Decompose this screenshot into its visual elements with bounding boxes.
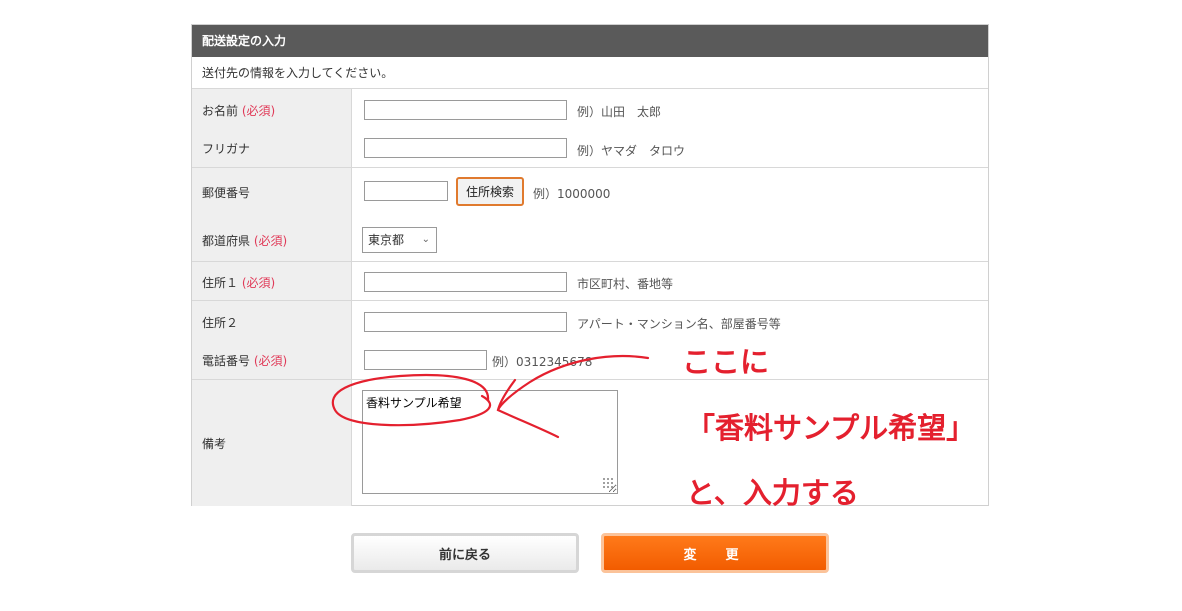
address1-label-text: 住所１ [202,276,239,290]
furigana-hint: 例）ヤマダ タロウ [577,144,686,158]
chevron-down-icon: ⌄ [421,234,430,245]
prefecture-label: 都道府県 (必須) [202,232,287,249]
required-badge: (必須) [253,234,288,248]
resize-handle-icon[interactable] [602,477,614,489]
name-hint: 例）山田 太郎 [577,105,662,119]
phone-input[interactable] [364,350,487,370]
annotation-line-3: と、入力する [686,476,859,510]
phone-label: 電話番号 (必須) [202,352,287,369]
row-divider [192,261,988,262]
postal-label: 郵便番号 [202,186,251,200]
postal-hint: 例）1000000 [533,187,611,201]
remarks-textarea[interactable]: 香料サンプル希望 [362,390,618,494]
address1-label: 住所１ (必須) [202,274,275,291]
required-badge: (必須) [241,104,276,118]
row-divider [192,300,988,301]
prefecture-select[interactable]: 東京都 ⌄ [362,227,437,253]
row-divider [192,167,988,168]
address2-label: 住所２ [202,316,239,330]
name-input[interactable] [364,100,567,120]
remarks-label: 備考 [202,437,227,451]
phone-hint: 例）0312345678 [492,355,593,369]
furigana-label: フリガナ [202,142,251,156]
change-button[interactable]: 変 更 [601,533,829,573]
furigana-input[interactable] [364,138,567,158]
required-badge: (必須) [253,354,288,368]
form-title: 配送設定の入力 [192,25,988,57]
row-divider [192,379,988,380]
form-intro: 送付先の情報を入力してください。 [192,57,988,89]
postal-input[interactable] [364,181,448,201]
required-badge: (必須) [241,276,276,290]
annotation-line-2: 「香料サンプル希望」 [686,411,976,445]
name-label: お名前 (必須) [202,102,275,119]
prefecture-selected: 東京都 [368,233,405,247]
address2-input[interactable] [364,312,567,332]
name-label-text: お名前 [202,104,239,118]
address-search-button[interactable]: 住所検索 [456,177,524,206]
prefecture-label-text: 都道府県 [202,234,251,248]
address1-hint: 市区町村、番地等 [577,277,674,291]
address1-input[interactable] [364,272,567,292]
annotation-line-1: ここに [682,345,770,379]
phone-label-text: 電話番号 [202,354,251,368]
address2-hint: アパート・マンション名、部屋番号等 [577,317,781,331]
back-button[interactable]: 前に戻る [351,533,579,573]
